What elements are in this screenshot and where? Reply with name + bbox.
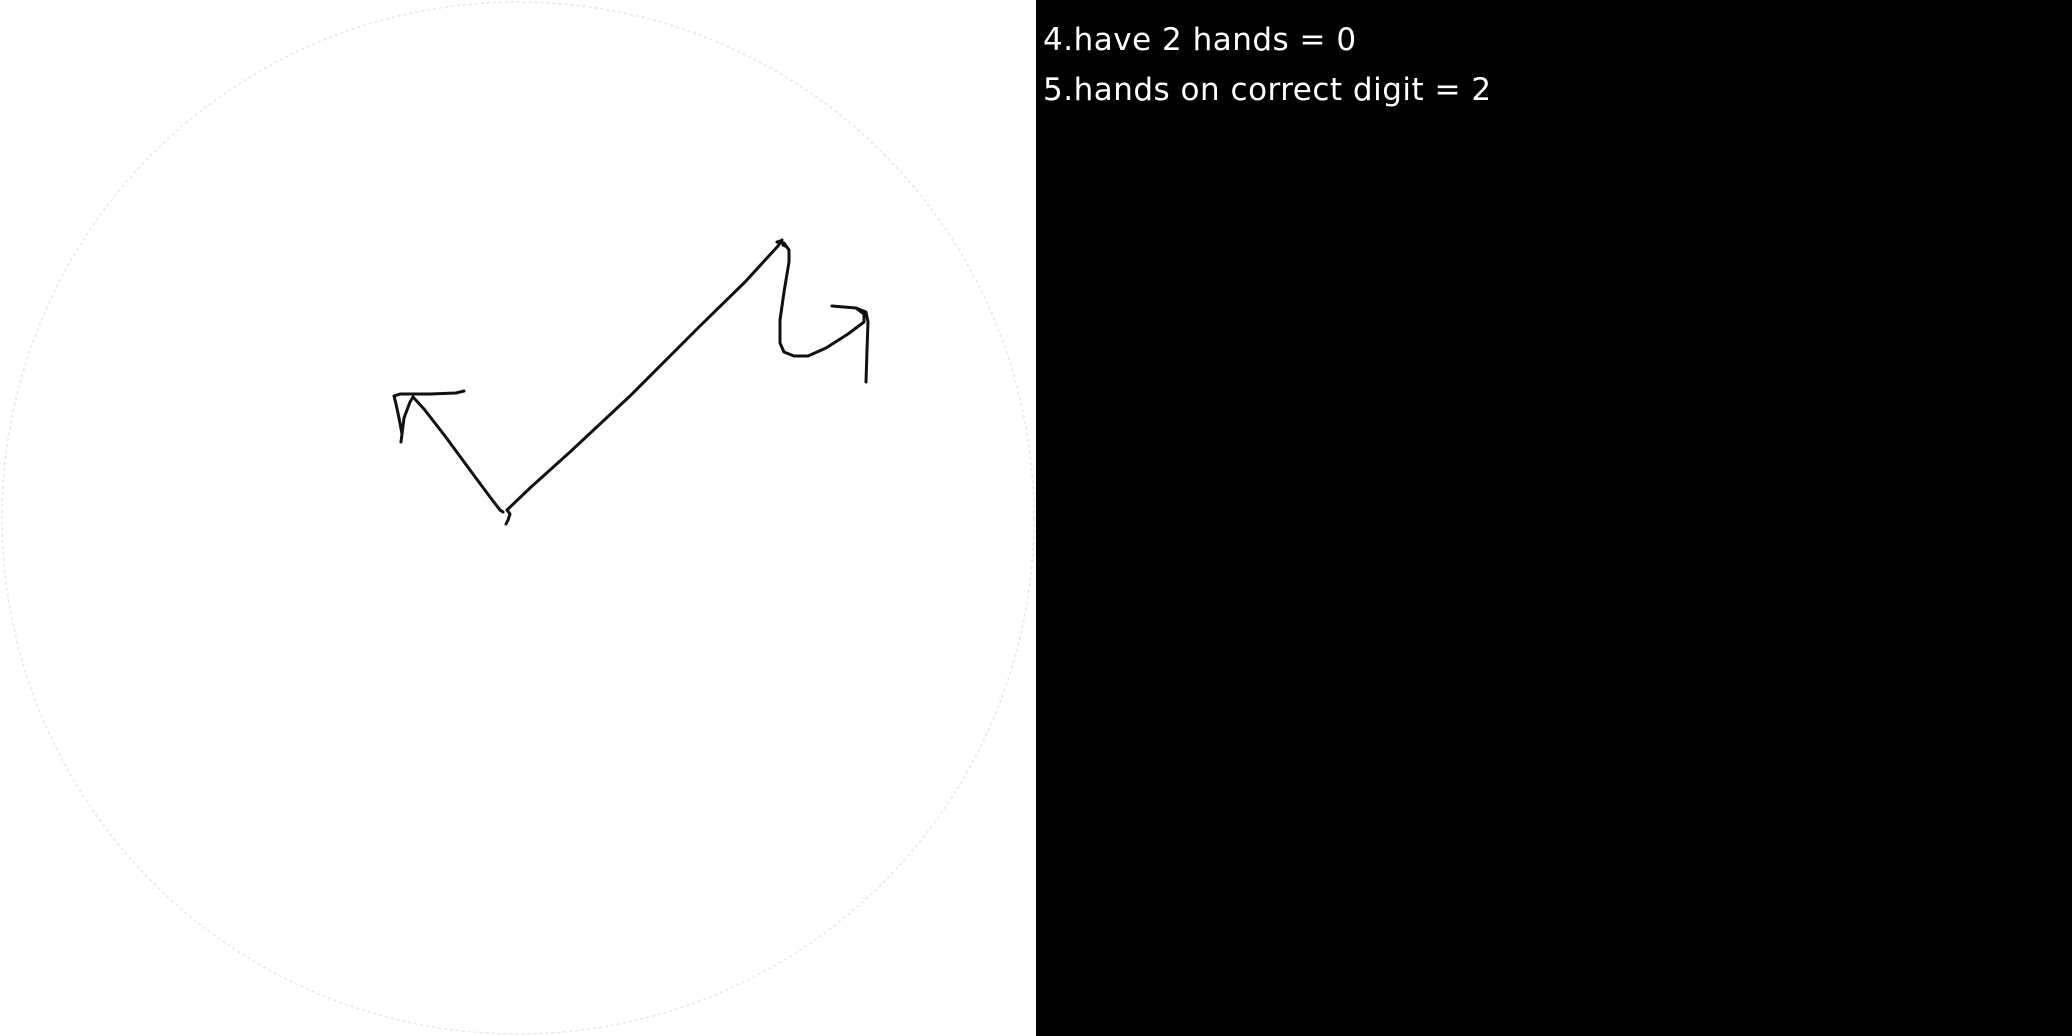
clock-face-outline — [1, 1, 1035, 1035]
hand-pivot-marks — [498, 508, 512, 526]
score-hands-correct-digit: 5.hands on correct digit = 2 — [1043, 72, 1492, 108]
hand-stroke-long — [505, 238, 784, 512]
clock-drawing-svg — [1, 1, 1035, 1035]
clock-drawing-score-view: 4.have 2 hands = 0 5.hands on correct di… — [0, 0, 2072, 1036]
hand-stroke-short — [411, 395, 502, 512]
hand-stroke-long-tail — [854, 306, 870, 384]
score-have-two-hands: 4.have 2 hands = 0 — [1043, 22, 1357, 58]
clock-drawing-canvas — [0, 0, 1036, 1036]
score-panel: 4.have 2 hands = 0 5.hands on correct di… — [1036, 0, 2072, 1036]
hand-stroke-long-hook — [775, 240, 866, 358]
